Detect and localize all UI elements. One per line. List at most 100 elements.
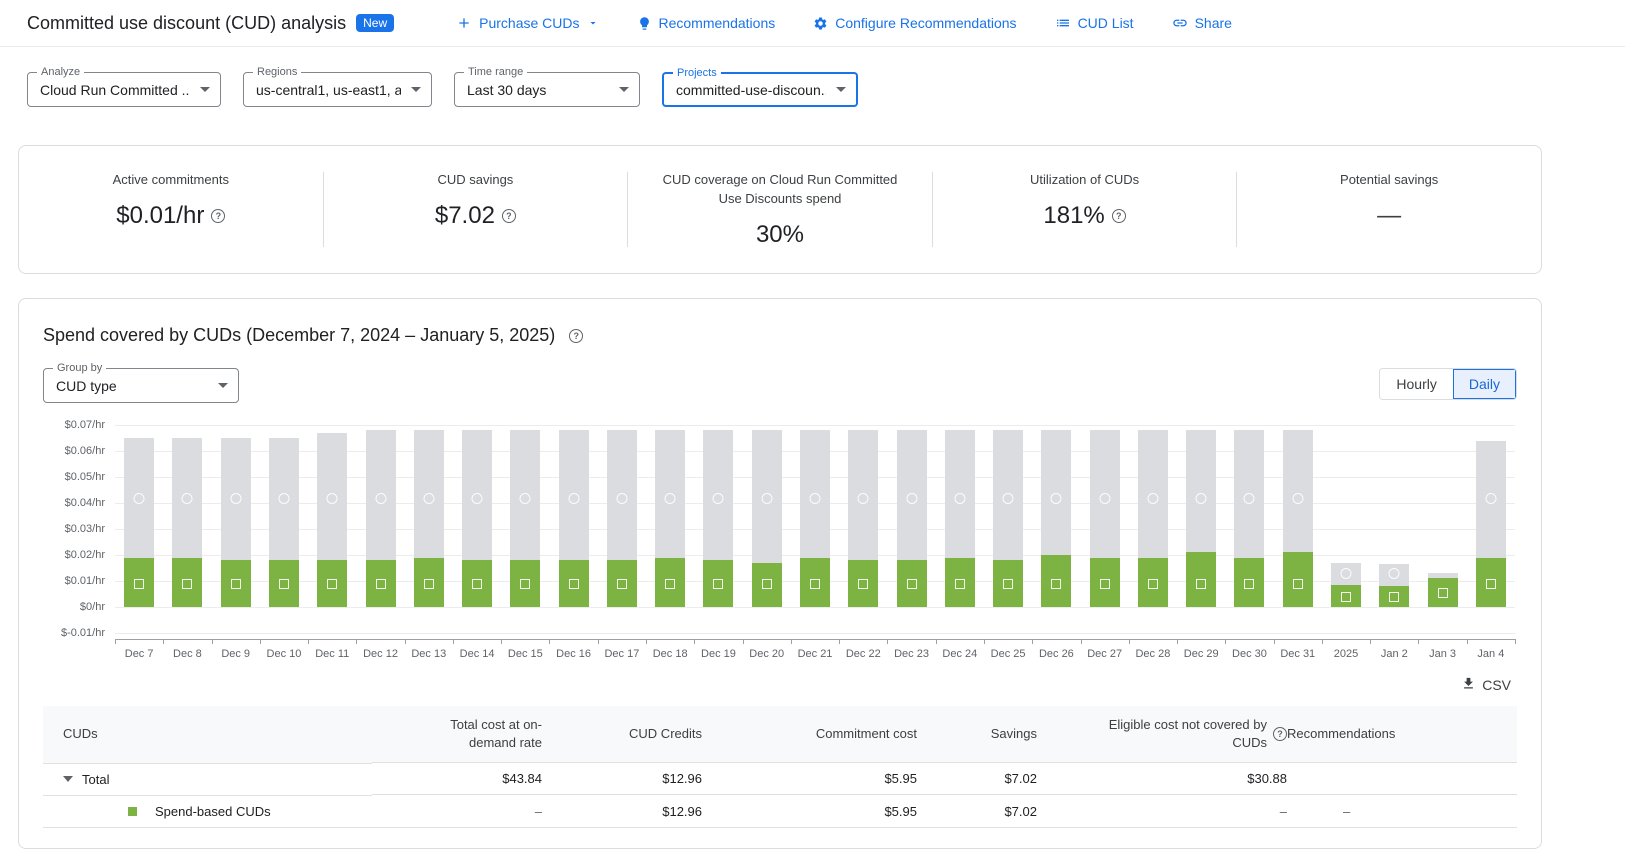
cud-list-button[interactable]: CUD List xyxy=(1055,15,1134,31)
bar-dec-24[interactable] xyxy=(945,430,975,607)
y-axis-label: $0.02/hr xyxy=(35,549,105,561)
share-button[interactable]: Share xyxy=(1172,15,1232,31)
bar-dec-20[interactable] xyxy=(752,430,782,607)
square-marker xyxy=(665,579,675,589)
bar-dec-25[interactable] xyxy=(993,430,1023,607)
bar-jan-3[interactable] xyxy=(1428,573,1458,607)
x-axis-tick xyxy=(453,639,454,644)
circle-marker xyxy=(906,493,917,504)
bar-dec-10[interactable] xyxy=(269,438,299,607)
square-marker xyxy=(1196,579,1206,589)
bar-dec-29[interactable] xyxy=(1186,430,1216,607)
x-axis-tick xyxy=(163,639,164,644)
circle-marker xyxy=(954,493,965,504)
bar-dec-12[interactable] xyxy=(366,430,396,607)
recommendations-button[interactable]: Recommendations xyxy=(637,15,776,31)
bar-dec-26[interactable] xyxy=(1041,430,1071,607)
bar-dec-14[interactable] xyxy=(462,430,492,607)
x-axis-label: Dec 12 xyxy=(363,648,398,660)
x-axis-tick xyxy=(598,639,599,644)
daily-toggle-button[interactable]: Daily xyxy=(1453,369,1516,399)
hourly-toggle-button[interactable]: Hourly xyxy=(1380,369,1452,399)
help-icon[interactable]: ? xyxy=(502,209,516,223)
bar-2025[interactable] xyxy=(1331,563,1361,607)
analyze-select[interactable]: Analyze Cloud Run Committed ... xyxy=(27,72,221,107)
bar-dec-30[interactable] xyxy=(1234,430,1264,607)
y-axis-label: $0.01/hr xyxy=(35,575,105,587)
chart-x-labels: Dec 7Dec 8Dec 9Dec 10Dec 11Dec 12Dec 13D… xyxy=(115,648,1515,666)
stat-cud-savings: CUD savings $7.02? xyxy=(324,166,628,253)
purchase-cuds-button[interactable]: Purchase CUDs xyxy=(456,15,598,31)
help-icon[interactable]: ? xyxy=(569,329,583,343)
collapse-row-icon[interactable] xyxy=(63,776,73,782)
projects-select[interactable]: Projects committed-use-discoun... xyxy=(662,72,858,107)
x-axis-tick xyxy=(308,639,309,644)
circle-marker xyxy=(1099,493,1110,504)
x-axis-label: Dec 23 xyxy=(894,648,929,660)
x-axis-tick xyxy=(260,639,261,644)
bar-dec-19[interactable] xyxy=(703,430,733,607)
x-axis-line xyxy=(115,639,1515,640)
square-marker xyxy=(617,579,627,589)
square-marker xyxy=(713,579,723,589)
table-row-spend-based-cuds: Spend-based CUDs – $12.96 $5.95 $7.02 – … xyxy=(43,795,1517,828)
x-axis-label: Dec 20 xyxy=(749,648,784,660)
regions-select[interactable]: Regions us-central1, us-east1, a... xyxy=(243,72,432,107)
download-icon xyxy=(1461,676,1476,694)
square-marker xyxy=(569,579,579,589)
x-axis-label: Dec 11 xyxy=(315,648,349,660)
x-axis-label: Dec 7 xyxy=(125,648,154,660)
bar-dec-9[interactable] xyxy=(221,438,251,607)
bar-dec-21[interactable] xyxy=(800,430,830,607)
square-marker xyxy=(1438,588,1448,598)
bar-dec-31[interactable] xyxy=(1283,430,1313,607)
download-csv-button[interactable]: CSV xyxy=(1455,672,1517,698)
bar-dec-8[interactable] xyxy=(172,438,202,607)
x-axis-tick xyxy=(1129,639,1130,644)
x-axis-tick xyxy=(405,639,406,644)
x-axis-tick xyxy=(1515,639,1516,644)
help-icon[interactable]: ? xyxy=(211,209,225,223)
circle-marker xyxy=(713,493,724,504)
circle-marker xyxy=(665,493,676,504)
bar-dec-27[interactable] xyxy=(1090,430,1120,607)
x-axis-label: Dec 21 xyxy=(798,648,833,660)
bar-jan-2[interactable] xyxy=(1379,564,1409,607)
x-axis-label: Dec 27 xyxy=(1087,648,1122,660)
x-axis-tick xyxy=(1274,639,1275,644)
square-marker xyxy=(810,579,820,589)
circle-marker xyxy=(1389,568,1400,579)
chevron-down-icon xyxy=(587,17,599,29)
chevron-down-icon xyxy=(218,383,228,388)
square-marker xyxy=(134,579,144,589)
help-icon[interactable]: ? xyxy=(1273,727,1287,741)
circle-marker xyxy=(134,493,145,504)
time-range-select[interactable]: Time range Last 30 days xyxy=(454,72,640,107)
bar-dec-18[interactable] xyxy=(655,430,685,607)
x-axis-label: Dec 19 xyxy=(701,648,736,660)
x-axis-tick xyxy=(743,639,744,644)
circle-marker xyxy=(1292,493,1303,504)
page-title: Committed use discount (CUD) analysis xyxy=(27,13,346,34)
bar-dec-17[interactable] xyxy=(607,430,637,607)
bar-jan-4[interactable] xyxy=(1476,441,1506,607)
x-axis-label: Jan 3 xyxy=(1429,648,1456,660)
square-marker xyxy=(376,579,386,589)
bar-dec-13[interactable] xyxy=(414,430,444,607)
bar-dec-16[interactable] xyxy=(559,430,589,607)
bar-dec-28[interactable] xyxy=(1138,430,1168,607)
bar-dec-7[interactable] xyxy=(124,438,154,607)
bar-dec-22[interactable] xyxy=(848,430,878,607)
square-marker xyxy=(762,579,772,589)
x-axis-tick xyxy=(984,639,985,644)
bar-dec-11[interactable] xyxy=(317,433,347,607)
square-marker xyxy=(182,579,192,589)
group-by-select[interactable]: Group by CUD type xyxy=(43,368,239,403)
new-badge: New xyxy=(356,14,394,32)
bar-dec-15[interactable] xyxy=(510,430,540,607)
circle-marker xyxy=(761,493,772,504)
bar-dec-23[interactable] xyxy=(897,430,927,607)
configure-recommendations-button[interactable]: Configure Recommendations xyxy=(813,15,1016,31)
column-commitment-cost: Commitment cost xyxy=(702,706,917,763)
help-icon[interactable]: ? xyxy=(1112,209,1126,223)
